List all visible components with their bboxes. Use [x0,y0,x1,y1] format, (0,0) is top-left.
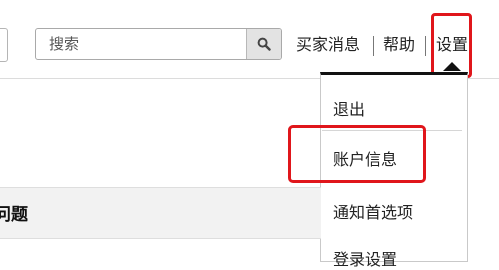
nav-divider [373,36,374,56]
menu-item-notification-preferences[interactable]: 通知首选项 [333,199,413,223]
menu-item-login-settings[interactable]: 登录设置 [333,246,397,270]
account-info-highlight-box [288,125,426,183]
search-input[interactable] [36,29,248,59]
search-icon [257,37,271,51]
dropdown-caret-icon [443,62,461,71]
search-box [35,28,282,60]
search-button[interactable] [246,29,281,59]
left-control-edge[interactable] [0,28,8,62]
buyer-messages-link[interactable]: 买家消息 [296,33,360,57]
menu-item-logout[interactable]: 退出 [333,96,365,120]
section-title: 问题 [0,205,28,225]
nav-divider [425,36,426,56]
help-link[interactable]: 帮助 [383,33,415,57]
section-header-row [0,187,321,239]
